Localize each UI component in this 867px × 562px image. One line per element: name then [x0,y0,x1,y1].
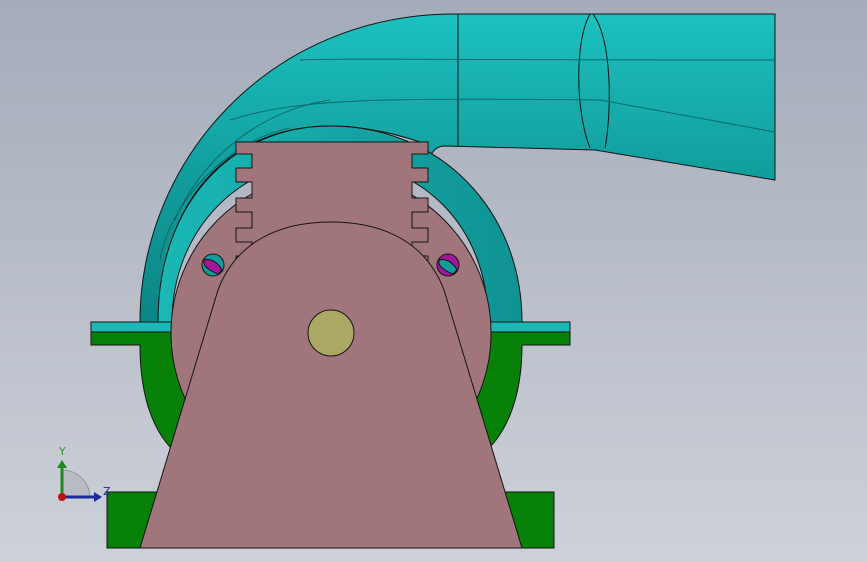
pump-model-drawing: Y Z [0,0,867,562]
cad-viewport[interactable]: Y Z [0,0,867,562]
axis-z-label: Z [103,485,111,498]
bolt-left[interactable] [201,253,225,277]
bolt-right[interactable] [436,253,460,277]
triad-origin-icon [58,493,66,501]
axis-y-label: Y [58,445,66,458]
shaft-end [307,309,355,357]
